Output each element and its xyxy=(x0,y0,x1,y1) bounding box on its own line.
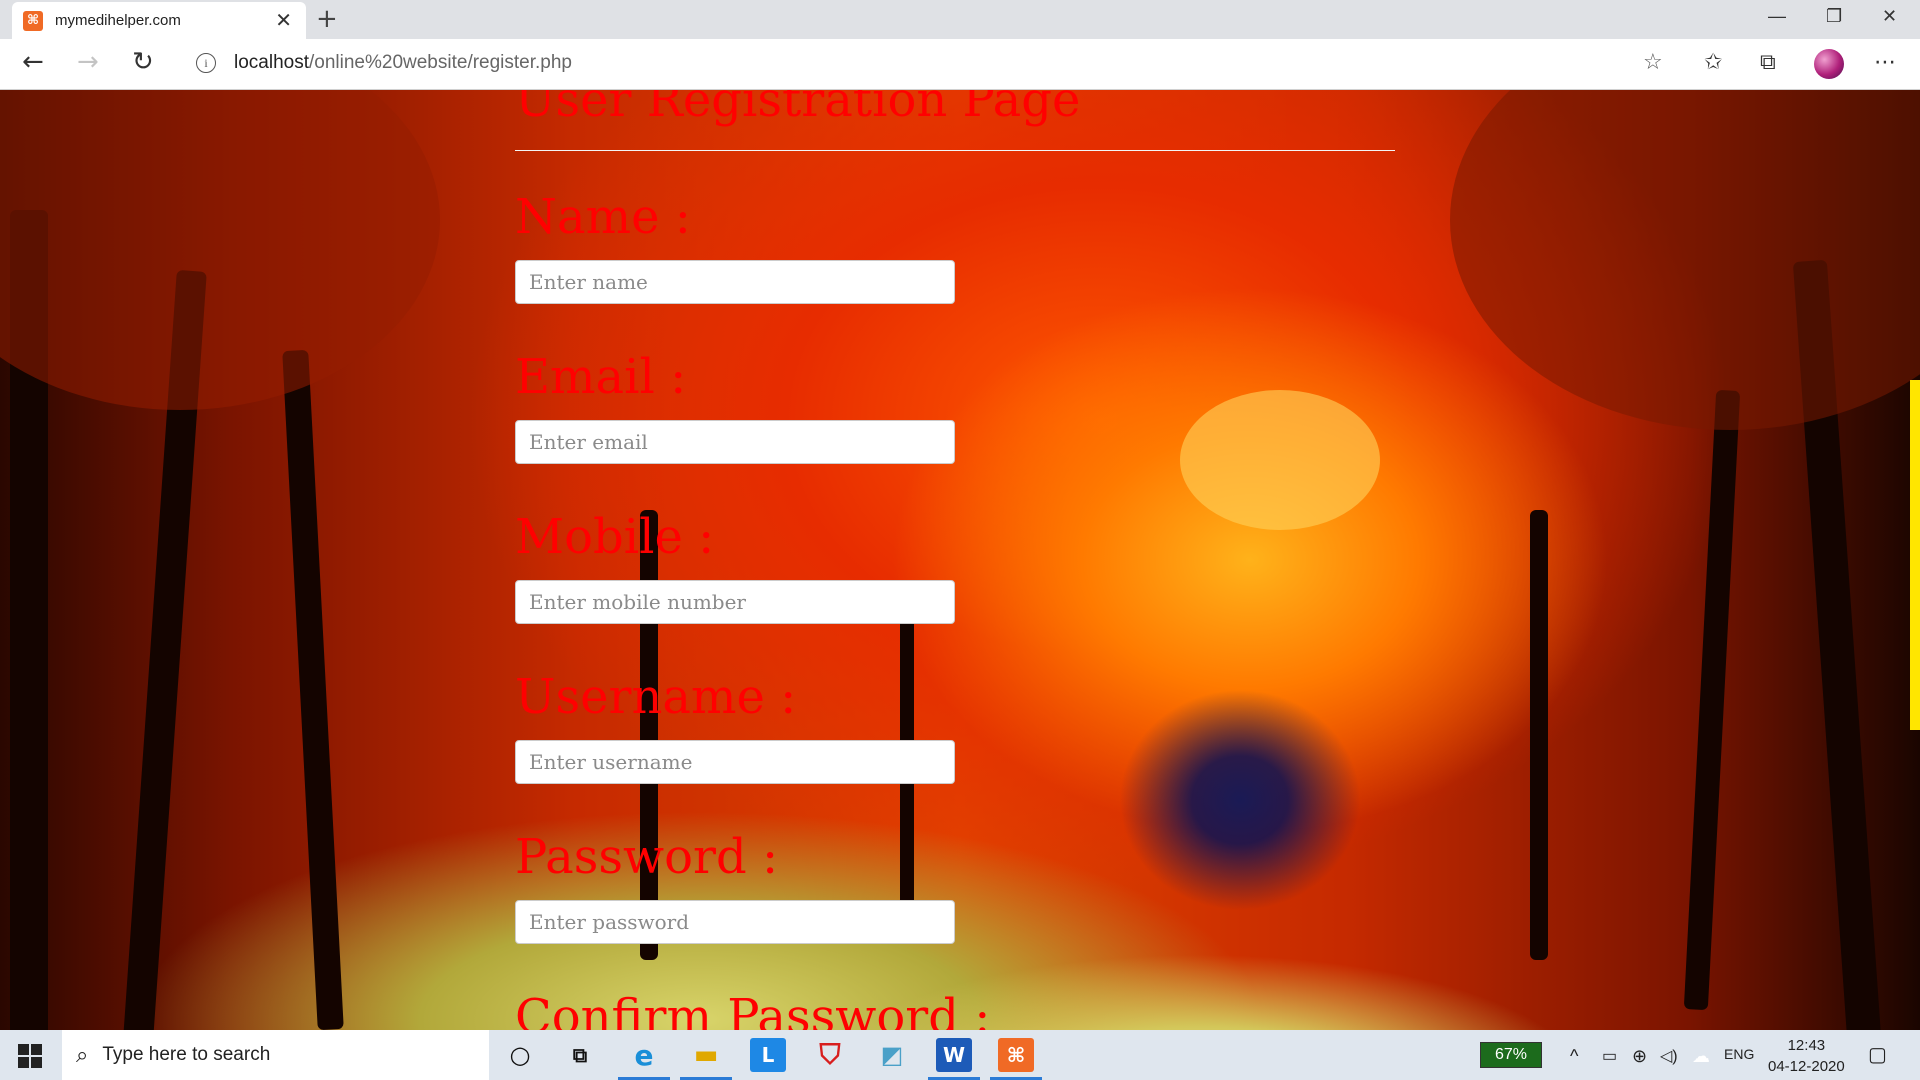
tree-trunk xyxy=(1530,510,1548,960)
mobile-label: Mobile : xyxy=(515,509,715,565)
name-field[interactable] xyxy=(515,260,955,304)
taskbar-search[interactable]: ⌕ Type here to search xyxy=(62,1030,489,1080)
collections-icon[interactable]: ⧉ xyxy=(1760,50,1776,75)
task-view-icon[interactable]: ⧉ xyxy=(562,1038,598,1072)
tree-trunk xyxy=(640,510,658,960)
mcafee-icon[interactable]: ⛉ xyxy=(812,1038,848,1072)
heading-divider xyxy=(515,150,1395,151)
confirm-password-label: Confirm Password : xyxy=(515,989,991,1030)
file-explorer-icon[interactable]: ▬ xyxy=(688,1038,724,1072)
minimize-icon[interactable]: — xyxy=(1768,6,1786,27)
tab-bar: ⌘ mymedihelper.com ✕ + — ❐ ✕ xyxy=(0,0,1920,39)
app-blue-icon[interactable]: ◩ xyxy=(874,1038,910,1072)
more-menu-icon[interactable]: ⋯ xyxy=(1874,50,1896,75)
password-label: Password : xyxy=(515,829,779,885)
app-l-icon[interactable]: L xyxy=(750,1038,786,1072)
forward-icon[interactable]: → xyxy=(77,47,99,77)
tree-canopy xyxy=(1450,90,1920,430)
tree-canopy xyxy=(0,90,440,410)
xampp-favicon-icon: ⌘ xyxy=(23,10,43,31)
scrollbar-thumb[interactable] xyxy=(1910,380,1920,730)
favorites-icon[interactable]: ✩ xyxy=(1704,50,1722,75)
word-icon[interactable]: W xyxy=(936,1038,972,1072)
notifications-icon[interactable]: ▢ xyxy=(1868,1042,1887,1067)
battery-icon[interactable]: ▭ xyxy=(1602,1046,1617,1066)
search-icon: ⌕ xyxy=(76,1042,89,1068)
username-label: Username : xyxy=(515,669,797,725)
favorite-star-icon[interactable]: ☆ xyxy=(1643,50,1663,75)
battery-percent-badge[interactable]: 67% xyxy=(1480,1042,1542,1068)
address-toolbar: ← → ↻ i localhost/online%20website/regis… xyxy=(0,39,1920,90)
chevron-up-icon[interactable]: ^ xyxy=(1570,1046,1578,1067)
search-placeholder: Type here to search xyxy=(102,1044,271,1065)
network-globe-icon[interactable]: ⊕ xyxy=(1632,1046,1647,1067)
name-label: Name : xyxy=(515,189,691,245)
url-text[interactable]: localhost/online%20website/register.php xyxy=(234,52,572,74)
back-icon[interactable]: ← xyxy=(22,47,44,77)
clock[interactable]: 12:43 04-12-2020 xyxy=(1768,1035,1845,1077)
cloud-icon[interactable]: ☁ xyxy=(1692,1046,1710,1067)
username-field[interactable] xyxy=(515,740,955,784)
volume-icon[interactable]: ◁) xyxy=(1660,1046,1678,1066)
info-icon[interactable]: i xyxy=(196,53,216,73)
email-field[interactable] xyxy=(515,420,955,464)
tree-trunk xyxy=(1683,389,1741,1011)
new-tab-icon[interactable]: + xyxy=(316,4,338,34)
page-title: User Registration Page xyxy=(515,90,1081,128)
profile-avatar[interactable] xyxy=(1814,49,1844,79)
xampp-icon[interactable]: ⌘ xyxy=(998,1038,1034,1072)
edge-icon[interactable]: e xyxy=(626,1038,662,1072)
password-field[interactable] xyxy=(515,900,955,944)
clock-time: 12:43 xyxy=(1787,1037,1826,1054)
refresh-icon[interactable]: ↻ xyxy=(132,47,154,77)
cortana-icon[interactable]: ○ xyxy=(502,1038,538,1072)
mobile-field[interactable] xyxy=(515,580,955,624)
language-indicator[interactable]: ENG xyxy=(1724,1046,1754,1062)
windows-start-icon[interactable] xyxy=(18,1044,42,1068)
taskbar: ⌕ Type here to search ○ ⧉ e ▬ L ⛉ ◩ W ⌘ … xyxy=(0,1030,1920,1080)
tab-title: mymedihelper.com xyxy=(55,12,181,29)
browser-tab[interactable]: ⌘ mymedihelper.com ✕ xyxy=(12,2,306,39)
email-label: Email : xyxy=(515,349,687,405)
tree-canopy xyxy=(1180,390,1380,530)
close-window-icon[interactable]: ✕ xyxy=(1882,6,1897,27)
address-bar[interactable]: i localhost/online%20website/register.ph… xyxy=(180,44,1680,82)
clock-date: 04-12-2020 xyxy=(1768,1058,1845,1075)
restore-icon[interactable]: ❐ xyxy=(1826,6,1842,27)
tab-close-icon[interactable]: ✕ xyxy=(275,8,292,33)
tree-trunk xyxy=(282,349,344,1030)
page-background: User Registration Page Name : Email : Mo… xyxy=(0,90,1920,1030)
